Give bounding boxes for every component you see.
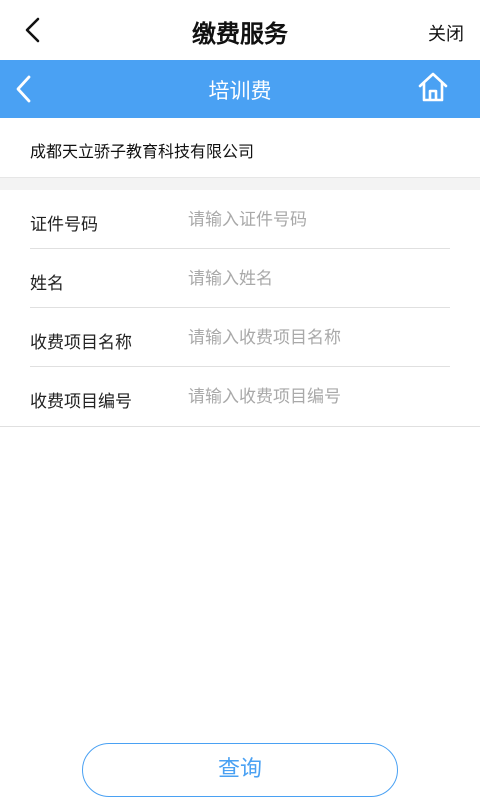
- fee-item-name-input[interactable]: [188, 324, 448, 352]
- name-label: 姓名: [30, 274, 64, 294]
- close-button[interactable]: 关闭: [428, 20, 464, 46]
- top-bar: 缴费服务 关闭: [0, 0, 480, 60]
- fee-item-number-input[interactable]: [188, 383, 448, 411]
- home-icon: [418, 72, 448, 102]
- page-title: 缴费服务: [192, 20, 288, 48]
- id-number-row: 证件号码: [30, 190, 450, 249]
- fee-item-name-row: 收费项目名称: [30, 308, 450, 367]
- company-header: 成都天立骄子教育科技有限公司: [0, 118, 480, 178]
- query-form: 证件号码 姓名 收费项目名称 收费项目编号: [0, 190, 480, 427]
- nav-bar: 培训费: [0, 60, 480, 118]
- fee-item-name-label: 收费项目名称: [30, 333, 132, 353]
- fee-item-number-label: 收费项目编号: [30, 392, 132, 412]
- home-button[interactable]: [416, 70, 450, 104]
- name-row: 姓名: [30, 249, 450, 308]
- query-button[interactable]: 查询: [82, 743, 398, 797]
- fee-item-number-row: 收费项目编号: [30, 367, 450, 426]
- id-number-label: 证件号码: [30, 215, 98, 235]
- section-divider: [0, 178, 480, 190]
- nav-title: 培训费: [208, 79, 272, 103]
- id-number-input[interactable]: [188, 206, 448, 234]
- company-name: 成都天立骄子教育科技有限公司: [30, 142, 255, 161]
- name-input[interactable]: [188, 265, 448, 293]
